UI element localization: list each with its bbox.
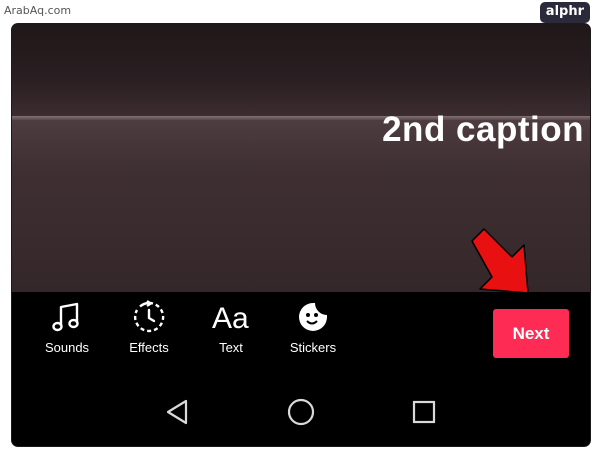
effects-label: Effects [129, 340, 169, 355]
text-aa-icon: Aa [191, 300, 271, 334]
video-caption-text[interactable]: 2nd caption [382, 110, 584, 150]
stickers-label: Stickers [289, 340, 337, 355]
recents-square-icon [408, 400, 440, 432]
next-button[interactable]: Next [493, 309, 569, 358]
nav-home-button[interactable] [285, 396, 317, 428]
annotation-arrow-icon [470, 227, 536, 304]
svg-text:Aa: Aa [212, 302, 249, 334]
nav-back-button[interactable] [162, 396, 194, 428]
sticker-face-icon [273, 300, 353, 334]
music-note-icon [27, 300, 107, 334]
stickers-button[interactable]: Stickers [273, 300, 353, 355]
phone-screen: 2nd caption Sounds Effects Aa Text Stick… [12, 24, 590, 446]
watermark-text: ArabAq.com [4, 4, 72, 17]
android-nav-bar [12, 384, 590, 440]
effects-button[interactable]: Effects [109, 300, 189, 355]
timer-effects-icon [109, 300, 189, 334]
home-circle-icon [285, 398, 317, 432]
sounds-button[interactable]: Sounds [27, 300, 107, 355]
text-button[interactable]: Aa Text [191, 300, 271, 355]
nav-recents-button[interactable] [408, 396, 440, 428]
text-label: Text [219, 340, 243, 355]
sounds-label: Sounds [44, 340, 90, 355]
brand-logo: alphr [539, 2, 590, 23]
back-triangle-icon [162, 399, 194, 432]
